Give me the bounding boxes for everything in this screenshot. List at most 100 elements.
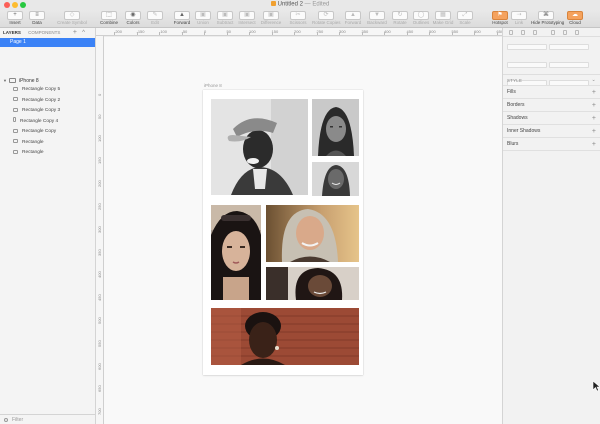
- layer-item[interactable]: Rectangle: [0, 148, 96, 159]
- toolbar-colors-button[interactable]: ◉ Colors: [124, 10, 142, 28]
- add-border-icon[interactable]: +: [592, 99, 596, 112]
- style-header[interactable]: STYLE ⌄: [503, 75, 600, 86]
- x-field[interactable]: [507, 44, 547, 50]
- ruler-tick-label: 100: [249, 28, 256, 34]
- toolbar-button-label: Forward: [344, 20, 362, 25]
- toolbar-backward-button[interactable]: ▼ Backward: [366, 10, 388, 28]
- tab-components[interactable]: COMPONENTS: [28, 30, 60, 35]
- layer-item[interactable]: Rectangle Copy 4: [0, 117, 96, 128]
- height-field[interactable]: [549, 62, 589, 68]
- ruler-tick: [159, 32, 160, 35]
- align-center-icon[interactable]: [521, 30, 525, 35]
- toolbar-button-label: Scale: [459, 20, 471, 25]
- toolbar-difference-button[interactable]: ▣ Difference: [259, 10, 283, 28]
- photo-woman-curly-hair-image: [266, 267, 359, 300]
- disclosure-triangle-icon[interactable]: ▼: [3, 78, 7, 83]
- rectangle-photo-woman-portrait[interactable]: [312, 99, 359, 156]
- layer-list: ▼ iPhone 8 Rectangle Copy 5 Rectangle Cop…: [0, 76, 96, 159]
- align-top-icon[interactable]: [551, 30, 555, 35]
- rectangle-photo-woman-brick-wall[interactable]: [211, 308, 359, 365]
- artboard-label[interactable]: iPhone 8: [204, 83, 222, 88]
- layer-item[interactable]: Rectangle Copy: [0, 127, 96, 138]
- toolbar-rotate-button[interactable]: ↻ Rotate: [391, 10, 409, 28]
- ruler-tick-label: 700: [97, 408, 102, 416]
- toolbar-scissors-button[interactable]: ✂ Scissors: [287, 10, 309, 28]
- borders-section[interactable]: Borders +: [503, 99, 600, 112]
- toolbar-link-button[interactable]: ⇢ Link: [511, 10, 527, 28]
- toolbar-rotate-copies-button[interactable]: ⟳ Rotate Copies: [312, 10, 341, 28]
- align-middle-icon[interactable]: [563, 30, 567, 35]
- shadows-section[interactable]: Shadows +: [503, 112, 600, 125]
- toolbar-scale-button[interactable]: ⤢ Scale: [456, 10, 474, 28]
- rectangle-photo-man-cap[interactable]: [211, 99, 308, 195]
- ruler-tick: [204, 32, 205, 35]
- toolbar-cloud-button[interactable]: ☁ Cloud: [565, 10, 585, 28]
- toolbar-create-symbol-button[interactable]: ◇ Create Symbol: [56, 10, 88, 28]
- rectangle-photo-woman-grey-hair[interactable]: [266, 205, 359, 262]
- ruler-tick: [294, 32, 295, 35]
- inner-shadows-label: Inner Shadows: [507, 128, 541, 134]
- add-blur-icon[interactable]: +: [592, 138, 596, 151]
- toolbar-forward-button[interactable]: ▲ Forward: [171, 10, 193, 28]
- rectangle-photo-woman-smiling[interactable]: [312, 162, 359, 196]
- layer-item[interactable]: Rectangle Copy 2: [0, 96, 96, 107]
- toolbar-hide-prototyping-button[interactable]: ⌘ Hide Prototyping: [531, 10, 565, 28]
- toolbar-data-button[interactable]: ≡ Data: [26, 10, 48, 28]
- chevron-down-icon[interactable]: ⌄: [592, 75, 597, 86]
- rectangle-photo-woman-curly-hair[interactable]: [266, 267, 359, 300]
- ruler-tick-label: 550: [451, 28, 459, 34]
- toolbar-forward-button[interactable]: ▲ Forward: [343, 10, 363, 28]
- add-page-icon[interactable]: +: [73, 28, 77, 38]
- main-toolbar: + Insert ≡ Data ◇ Create Symbol ⬚ Combine ◉ Color…: [0, 10, 600, 28]
- ruler-tick-label: 450: [406, 28, 414, 34]
- ruler-tick-label: 350: [361, 28, 369, 34]
- blurs-section[interactable]: Blurs +: [503, 138, 600, 151]
- layer-item[interactable]: Rectangle Copy 3: [0, 106, 96, 117]
- toolbar-subtract-button[interactable]: ▣ Subtract: [215, 10, 235, 28]
- toolbar-button-label: Forward: [173, 20, 191, 25]
- toolbar-hotspot-button[interactable]: ⚑ Hotspot: [491, 10, 509, 28]
- layer-item[interactable]: Rectangle Copy 5: [0, 85, 96, 96]
- align-bottom-icon[interactable]: [575, 30, 579, 35]
- collapse-pages-icon[interactable]: ^: [82, 28, 85, 38]
- toolbar-outlines-button[interactable]: ◯ Outlines: [412, 10, 430, 28]
- y-field[interactable]: [549, 44, 589, 50]
- ruler-tick-label: 500: [429, 28, 436, 34]
- layer-name: Rectangle: [22, 139, 44, 145]
- inner-shadows-section[interactable]: Inner Shadows +: [503, 125, 600, 138]
- ruler-tick-label: 350: [97, 248, 102, 256]
- add-inner-shadow-icon[interactable]: +: [592, 125, 596, 138]
- tab-layers[interactable]: LAYERS: [3, 30, 21, 35]
- vertical-ruler[interactable]: 0 50 100 150 200 250 300 350 400 450 500 550 600 650 7…: [96, 36, 104, 424]
- add-fill-icon[interactable]: +: [592, 86, 596, 99]
- toolbar-intersect-button[interactable]: ▣ Intersect: [237, 10, 257, 28]
- artboard-iphone-8[interactable]: [203, 90, 363, 375]
- rectangle-photo-woman-sunglasses[interactable]: [211, 205, 261, 300]
- fills-section[interactable]: Fills +: [503, 86, 600, 99]
- toolbar-combine-icon: ⬚: [101, 11, 117, 20]
- toolbar-edit-button[interactable]: ✎ Edit: [146, 10, 164, 28]
- page-item-page-1[interactable]: Page 1: [0, 38, 95, 47]
- toolbar-union-button[interactable]: ▣ Union: [194, 10, 212, 28]
- toolbar-make-grid-button[interactable]: ▦ Make Grid: [432, 10, 454, 28]
- style-label: STYLE: [507, 78, 523, 83]
- toolbar-button-label: Difference: [260, 20, 282, 25]
- ruler-tick: [361, 32, 363, 35]
- horizontal-ruler[interactable]: -200 -150 -100 -50 0 50 100 150 200 250 300 350 400 4…: [96, 28, 502, 36]
- toolbar-insert-button[interactable]: + Insert: [4, 10, 26, 28]
- align-right-icon[interactable]: [533, 30, 537, 35]
- layer-filter[interactable]: Filter: [0, 414, 96, 424]
- layer-item[interactable]: Rectangle: [0, 138, 96, 149]
- ruler-tick-label: 450: [97, 294, 102, 302]
- layer-artboard-iphone-8[interactable]: ▼ iPhone 8: [0, 76, 96, 85]
- ruler-tick-label: 0: [97, 93, 102, 96]
- align-left-icon[interactable]: [509, 30, 513, 35]
- ruler-tick-label: 500: [97, 317, 102, 324]
- filter-icon: [4, 417, 8, 422]
- photo-woman-grey-hair-image: [266, 205, 359, 262]
- width-field[interactable]: [507, 62, 547, 68]
- layer-name: Rectangle Copy 4: [20, 118, 59, 124]
- toolbar-combine-button[interactable]: ⬚ Combine: [98, 10, 120, 28]
- add-shadow-icon[interactable]: +: [592, 112, 596, 125]
- toolbar-button-label: Hide Prototyping: [531, 20, 565, 25]
